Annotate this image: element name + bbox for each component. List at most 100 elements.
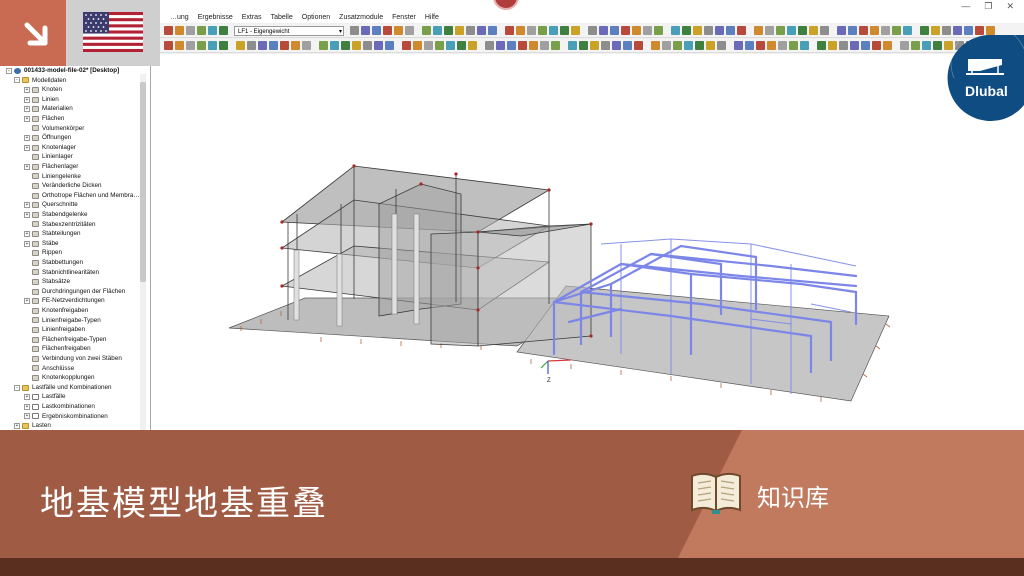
toolbar-button-icon[interactable] (870, 26, 879, 35)
expand-icon[interactable]: + (24, 403, 30, 410)
navigator-scrollbar[interactable] (140, 74, 146, 430)
navigator-tree-item[interactable]: Durchdringungen der Flächen (24, 287, 125, 297)
toolbar-button-icon[interactable] (820, 26, 829, 35)
navigator-tree-item[interactable]: + Stabendgelenke (24, 210, 88, 220)
toolbar-button-icon[interactable] (455, 26, 464, 35)
navigator-tree-item[interactable]: Anschlüsse (24, 364, 74, 374)
toolbar-button-icon[interactable] (850, 41, 859, 50)
toolbar-button-icon[interactable] (673, 41, 682, 50)
navigator-tree-item[interactable]: - 001433-model-file-02* [Desktop] (6, 66, 119, 76)
knowledge-base-label[interactable]: 知识库 (757, 478, 829, 513)
toolbar-button-icon[interactable] (527, 26, 536, 35)
toolbar-button-icon[interactable] (798, 26, 807, 35)
expand-icon[interactable]: + (24, 413, 30, 420)
navigator-tree-item[interactable]: + Lastkombinationen (24, 402, 95, 412)
toolbar-button-icon[interactable] (175, 41, 184, 50)
toolbar-button-icon[interactable] (900, 41, 909, 50)
toolbar-button-icon[interactable] (236, 41, 245, 50)
toolbar-button-icon[interactable] (485, 41, 494, 50)
toolbar-button-icon[interactable] (551, 41, 560, 50)
project-navigator[interactable]: -001433-model-file-02* [Desktop] - Modelld… (0, 66, 151, 430)
navigator-tree-item[interactable]: + Öffnungen (24, 133, 71, 143)
toolbar-button-icon[interactable] (540, 41, 549, 50)
toolbar-button-icon[interactable] (402, 41, 411, 50)
toolbar-button-icon[interactable] (717, 41, 726, 50)
menu-item-tabelle[interactable]: Tabelle (271, 12, 293, 23)
navigator-tree-item[interactable]: Orthotrope Flächen und Membra… (24, 191, 140, 201)
toolbar-button-icon[interactable] (654, 26, 663, 35)
toolbar-button-icon[interactable] (662, 41, 671, 50)
toolbar-button-icon[interactable] (383, 26, 392, 35)
toolbar-button-icon[interactable] (518, 41, 527, 50)
toolbar-button-icon[interactable] (776, 26, 785, 35)
expand-icon[interactable]: + (24, 144, 30, 151)
navigator-tree-item[interactable]: Stabexzentrizitäten (24, 220, 96, 230)
navigator-tree-item[interactable]: Knotenkopplungen (24, 373, 95, 383)
toolbar-button-icon[interactable] (986, 26, 995, 35)
navigator-tree-item[interactable]: + Ergebniskombinationen (24, 412, 108, 422)
toolbar-button-icon[interactable] (208, 41, 217, 50)
menu-item[interactable]: …ung (170, 12, 189, 23)
toolbar-button-icon[interactable] (319, 41, 328, 50)
navigator-tree-item[interactable]: + Querschnitte (24, 200, 78, 210)
toolbar-button-icon[interactable] (538, 26, 547, 35)
toolbar-button-icon[interactable] (828, 41, 837, 50)
navigator-tree-item[interactable]: + Flächen (24, 114, 64, 124)
toolbar-button-icon[interactable] (385, 41, 394, 50)
toolbar-button-icon[interactable] (778, 41, 787, 50)
arrow-tile[interactable] (0, 0, 66, 66)
toolbar-button-icon[interactable] (861, 41, 870, 50)
navigator-tree-item[interactable]: Linienfreigaben (24, 325, 85, 335)
toolbar-button-icon[interactable] (466, 26, 475, 35)
toolbar-button-icon[interactable] (219, 26, 228, 35)
toolbar-button-icon[interactable] (560, 26, 569, 35)
toolbar-button-icon[interactable] (197, 41, 206, 50)
expand-icon[interactable]: + (24, 230, 30, 237)
menu-item-fenster[interactable]: Fenster (392, 12, 416, 23)
toolbar-button-icon[interactable] (693, 26, 702, 35)
toolbar-button-icon[interactable] (839, 41, 848, 50)
navigator-tree-item[interactable]: Knotenfreigaben (24, 306, 88, 316)
toolbar-button-icon[interactable] (424, 41, 433, 50)
toolbar-button-icon[interactable] (422, 26, 431, 35)
navigator-tree-item[interactable]: + Flächenlager (24, 162, 78, 172)
toolbar-button-icon[interactable] (477, 26, 486, 35)
toolbar-button-icon[interactable] (571, 26, 580, 35)
toolbar-button-icon[interactable] (488, 26, 497, 35)
toolbar-button-icon[interactable] (837, 26, 846, 35)
toolbar-button-icon[interactable] (186, 41, 195, 50)
navigator-tree-item[interactable]: Stabsätze (24, 277, 70, 287)
navigator-tree-item[interactable]: + Linien (24, 95, 59, 105)
toolbar-button-icon[interactable] (931, 26, 940, 35)
toolbar-button-icon[interactable] (964, 26, 973, 35)
toolbar-button-icon[interactable] (579, 41, 588, 50)
toolbar-button-icon[interactable] (817, 41, 826, 50)
toolbar-button-icon[interactable] (405, 26, 414, 35)
toolbar-button-icon[interactable] (197, 26, 206, 35)
toolbar-button-icon[interactable] (435, 41, 444, 50)
toolbar-button-icon[interactable] (496, 41, 505, 50)
toolbar-button-icon[interactable] (505, 26, 514, 35)
toolbar-button-icon[interactable] (175, 26, 184, 35)
toolbar-button-icon[interactable] (634, 41, 643, 50)
toolbar-button-icon[interactable] (953, 26, 962, 35)
navigator-tree-item[interactable]: + Knotenlager (24, 143, 76, 153)
navigator-tree-item[interactable]: Linienfreigabe-Typen (24, 316, 101, 326)
toolbar-button-icon[interactable] (610, 26, 619, 35)
navigator-tree-item[interactable]: - Lastfälle und Kombinationen (14, 383, 111, 393)
toolbar-button-icon[interactable] (186, 26, 195, 35)
toolbar-button-icon[interactable] (433, 26, 442, 35)
toolbar-button-icon[interactable] (756, 41, 765, 50)
navigator-tree-item[interactable]: Veränderliche Dicken (24, 181, 102, 191)
menu-item-hilfe[interactable]: Hilfe (425, 12, 439, 23)
toolbar-button-icon[interactable] (754, 26, 763, 35)
toolbar-button-icon[interactable] (444, 26, 453, 35)
toolbar-button-icon[interactable] (903, 26, 912, 35)
navigator-tree-item[interactable]: + Stabteilungen (24, 229, 81, 239)
expand-icon[interactable]: + (24, 96, 30, 103)
toolbar-button-icon[interactable] (219, 41, 228, 50)
toolbar-button-icon[interactable] (632, 26, 641, 35)
expand-icon[interactable]: + (24, 202, 30, 209)
toolbar-button-icon[interactable] (671, 26, 680, 35)
toolbar-button-icon[interactable] (975, 26, 984, 35)
